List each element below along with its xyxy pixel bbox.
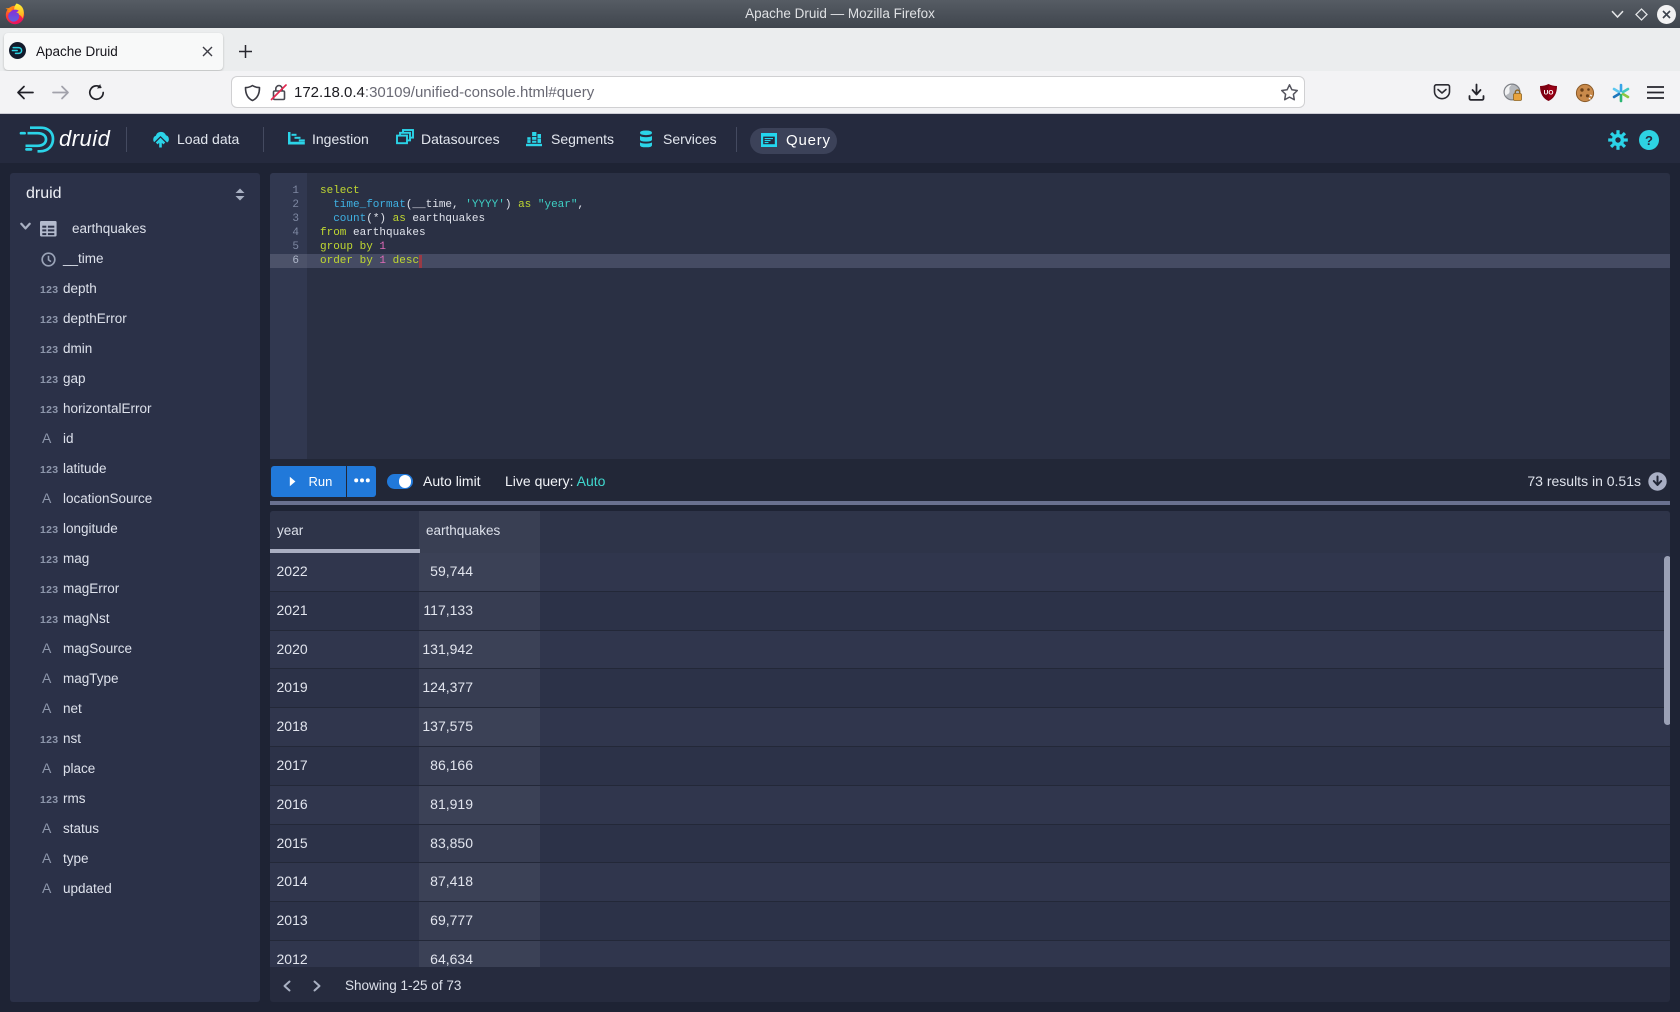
svg-text:?: ? — [1645, 133, 1653, 148]
svg-text:UO: UO — [1544, 90, 1554, 97]
